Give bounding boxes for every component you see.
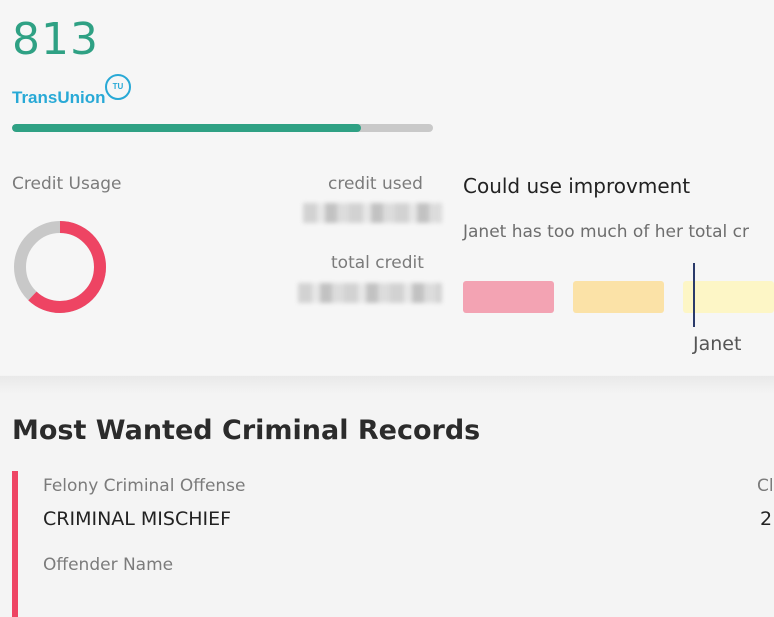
offense-type-label: Felony Criminal Offense [43, 476, 246, 496]
offender-name-label: Offender Name [43, 555, 174, 575]
credit-used-value-redacted [303, 203, 442, 223]
section-divider [0, 376, 774, 394]
record-accent-bar [12, 471, 18, 617]
transunion-logo: TransUnion [12, 88, 106, 107]
score-progress-bar [12, 124, 433, 132]
record-secondary-value: 2 [760, 508, 773, 530]
rating-segment-poor [463, 281, 554, 313]
rating-segment-fair [573, 281, 664, 313]
score-progress-fill [12, 124, 362, 132]
assessment-description: Janet has too much of her total cr [463, 222, 749, 242]
record-secondary-label: Cl [757, 476, 774, 496]
credit-score: 813 [12, 14, 99, 65]
criminal-records-title: Most Wanted Criminal Records [12, 415, 481, 446]
total-credit-label: total credit [331, 253, 424, 273]
total-credit-value-redacted [298, 283, 442, 303]
offense-value: CRIMINAL MISCHIEF [43, 508, 232, 530]
credit-used-label: credit used [328, 174, 423, 194]
transunion-badge-icon: TU [105, 74, 131, 100]
credit-usage-donut [14, 221, 106, 313]
assessment-title: Could use improvment [463, 174, 691, 198]
rating-segment-good [683, 281, 774, 313]
credit-usage-heading: Credit Usage [12, 174, 122, 194]
rating-marker-label: Janet [693, 333, 742, 355]
rating-marker [693, 263, 695, 327]
